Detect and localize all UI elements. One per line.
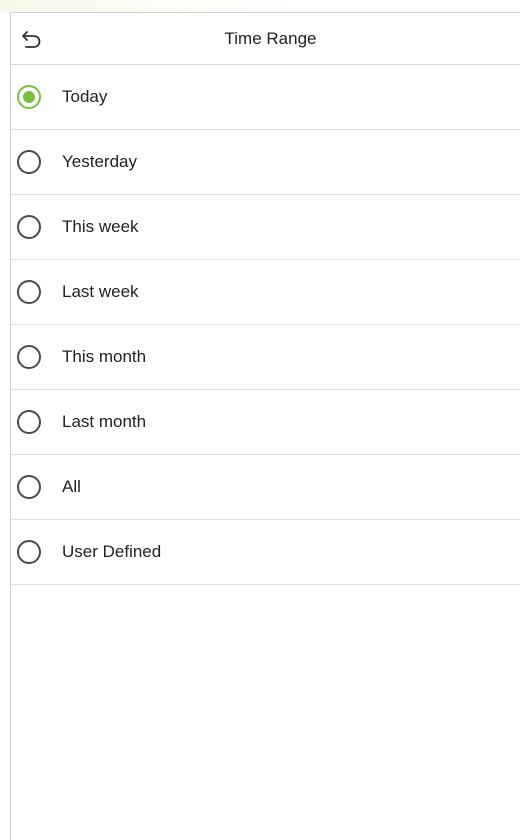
option-label: Yesterday bbox=[62, 152, 137, 171]
option-this-week[interactable]: This week bbox=[11, 195, 520, 260]
option-label: User Defined bbox=[62, 542, 162, 561]
option-last-week[interactable]: Last week bbox=[11, 260, 520, 325]
option-yesterday[interactable]: Yesterday bbox=[11, 130, 520, 195]
page-title: Time Range bbox=[224, 29, 317, 48]
time-range-panel: Time Range Today Yesterday This week Las… bbox=[10, 12, 520, 840]
radio-button[interactable] bbox=[17, 410, 41, 434]
radio-button[interactable] bbox=[17, 345, 41, 369]
radio-button[interactable] bbox=[17, 85, 41, 109]
radio-button[interactable] bbox=[17, 540, 41, 564]
time-range-options: Today Yesterday This week Last week This… bbox=[11, 65, 520, 585]
option-label: This week bbox=[62, 217, 139, 236]
radio-button[interactable] bbox=[17, 215, 41, 239]
radio-button[interactable] bbox=[17, 280, 41, 304]
option-label: Last month bbox=[62, 412, 147, 431]
radio-button[interactable] bbox=[17, 150, 41, 174]
radio-button[interactable] bbox=[17, 475, 41, 499]
option-all[interactable]: All bbox=[11, 455, 520, 520]
option-label: All bbox=[62, 477, 81, 496]
option-user-defined[interactable]: User Defined bbox=[11, 520, 520, 585]
option-today[interactable]: Today bbox=[11, 65, 520, 130]
option-this-month[interactable]: This month bbox=[11, 325, 520, 390]
top-decoration bbox=[0, 0, 520, 12]
option-last-month[interactable]: Last month bbox=[11, 390, 520, 455]
option-label: Today bbox=[62, 87, 108, 106]
option-label: Last week bbox=[62, 282, 139, 301]
header-bar: Time Range bbox=[11, 13, 520, 65]
option-label: This month bbox=[62, 347, 147, 366]
